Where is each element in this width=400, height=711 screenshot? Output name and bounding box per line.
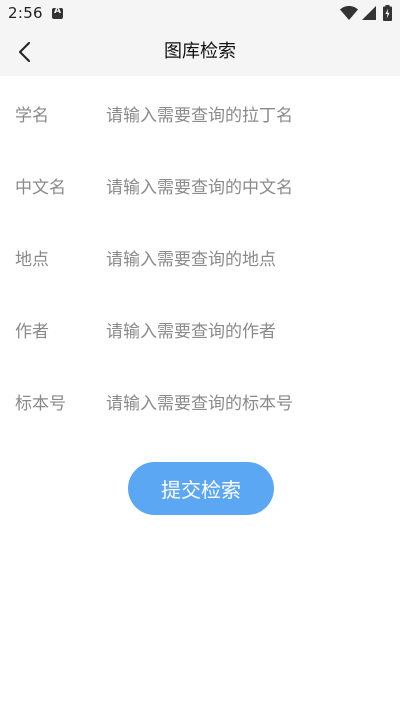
specimen-number-label: 标本号 <box>15 394 66 414</box>
author-input[interactable] <box>106 314 386 350</box>
field-row-author: 作者 <box>0 292 400 364</box>
specimen-number-input[interactable] <box>106 386 386 422</box>
page-title: 图库检索 <box>164 41 236 62</box>
scientific-name-input[interactable] <box>106 98 386 134</box>
location-label: 地点 <box>15 250 49 270</box>
field-row-specimen-number: 标本号 <box>0 364 400 436</box>
chinese-name-label: 中文名 <box>15 178 66 198</box>
status-bar: 2:56 <box>0 0 400 28</box>
scientific-name-label: 学名 <box>15 106 49 126</box>
signal-icon <box>362 6 376 20</box>
location-input[interactable] <box>106 242 386 278</box>
chinese-name-input[interactable] <box>106 170 386 206</box>
field-row-chinese-name: 中文名 <box>0 148 400 220</box>
wifi-icon <box>340 6 358 20</box>
notification-a-icon <box>52 6 63 19</box>
battery-charging-icon <box>383 5 392 21</box>
status-time: 2:56 <box>8 4 43 22</box>
author-label: 作者 <box>15 322 49 342</box>
submit-search-button[interactable]: 提交检索 <box>128 462 274 515</box>
chevron-left-icon <box>19 42 30 62</box>
search-form: 学名 中文名 地点 作者 标本号 <box>0 76 400 436</box>
back-button[interactable] <box>8 34 44 70</box>
field-row-location: 地点 <box>0 220 400 292</box>
field-row-scientific-name: 学名 <box>0 76 400 148</box>
nav-bar: 图库检索 <box>0 28 400 76</box>
